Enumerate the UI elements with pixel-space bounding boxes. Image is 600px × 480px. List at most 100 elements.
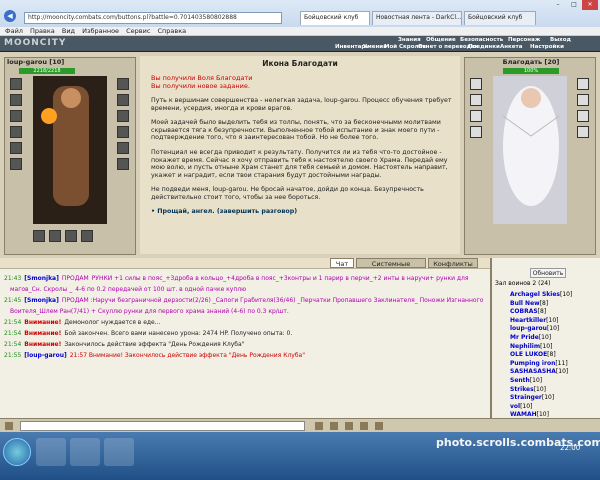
send-icon[interactable] <box>375 422 383 430</box>
online-user[interactable]: Strikes[10] <box>510 386 546 393</box>
taskbar-ie-icon[interactable] <box>36 438 66 466</box>
user-name[interactable]: Strainger <box>510 394 542 401</box>
equip-slot[interactable] <box>117 78 129 90</box>
online-user[interactable]: Strainger[10] <box>510 394 554 401</box>
clock: 22:00 <box>560 444 581 452</box>
online-user[interactable]: OLE LUKOE[8] <box>510 351 556 358</box>
equip-slot[interactable] <box>577 78 589 90</box>
equip-slot[interactable] <box>10 158 22 170</box>
chat-input[interactable] <box>20 421 305 431</box>
link-knowledge[interactable]: Знания <box>398 37 421 43</box>
chat-name[interactable]: [Smonjka] <box>24 275 59 282</box>
start-button[interactable] <box>3 438 31 466</box>
maximize-icon[interactable]: □ <box>566 0 582 10</box>
equip-slot[interactable] <box>470 110 482 122</box>
tab-1[interactable]: Бойцовский клуб <box>300 11 370 25</box>
settings-icon[interactable] <box>360 422 368 430</box>
user-name[interactable]: Pumping iron <box>510 360 555 367</box>
online-user[interactable]: Archagel Skies[10] <box>510 291 572 298</box>
equip-slot[interactable] <box>117 158 129 170</box>
user-name[interactable]: Strikes <box>510 386 534 393</box>
chat-name[interactable]: [Smonjka] <box>24 297 59 304</box>
equip-slot[interactable] <box>10 142 22 154</box>
online-user[interactable]: loup-garou[10] <box>510 325 559 332</box>
equip-slot[interactable] <box>117 142 129 154</box>
dialog-paragraph: Путь к вершинам совершенства - нелегкая … <box>151 97 452 112</box>
equip-slot[interactable] <box>81 230 93 242</box>
equip-slot[interactable] <box>10 126 22 138</box>
minimize-icon[interactable]: – <box>550 0 566 10</box>
link-exit[interactable]: Выход <box>550 37 571 43</box>
back-button[interactable]: ◀ <box>4 10 16 22</box>
user-name[interactable]: Archagel Skies <box>510 291 560 298</box>
equip-slot[interactable] <box>117 94 129 106</box>
user-name[interactable]: COBRAS <box>510 308 538 315</box>
menu-file[interactable]: Файл <box>5 27 23 35</box>
equip-slot[interactable] <box>117 126 129 138</box>
close-icon[interactable]: ✕ <box>582 0 598 10</box>
user-name[interactable]: vol <box>510 403 520 410</box>
equip-slot[interactable] <box>470 78 482 90</box>
online-user[interactable]: Heartkiller[10] <box>510 317 558 324</box>
tab-2[interactable]: Новостная лента - DarkCl... <box>372 11 462 25</box>
online-user[interactable]: Mr Pride[10] <box>510 334 551 341</box>
user-name[interactable]: Nephilim <box>510 343 540 350</box>
smile-icon[interactable] <box>315 422 323 430</box>
menu-help[interactable]: Справка <box>158 27 187 35</box>
equip-slot[interactable] <box>470 94 482 106</box>
user-name[interactable]: SASHASASHA <box>510 368 556 375</box>
equip-slot[interactable] <box>577 110 589 122</box>
chat-icon[interactable] <box>5 422 13 430</box>
online-user[interactable]: Pumping iron[11] <box>510 360 568 367</box>
link-character[interactable]: Персонаж <box>508 37 540 43</box>
online-user[interactable]: COBRAS[8] <box>510 308 546 315</box>
clear-icon[interactable] <box>345 422 353 430</box>
equip-slot[interactable] <box>33 230 45 242</box>
online-user[interactable]: SASHASASHA[10] <box>510 368 568 375</box>
menu-view[interactable]: Вид <box>62 27 75 35</box>
link-security[interactable]: Безопасность <box>460 37 503 43</box>
equip-slot[interactable] <box>117 110 129 122</box>
chat-name[interactable]: Внимание! <box>24 319 61 326</box>
equip-slot[interactable] <box>577 94 589 106</box>
link-communication[interactable]: Общение <box>426 37 456 43</box>
address-bar[interactable]: http://mooncity.combats.com/buttons.pl?b… <box>24 12 282 24</box>
equip-slot[interactable] <box>577 126 589 138</box>
tab-system[interactable]: Системные сообщения <box>356 258 426 278</box>
chat-name[interactable]: Внимание! <box>24 341 61 348</box>
user-name[interactable]: loup-garou <box>510 325 547 332</box>
link-profile[interactable]: Анкета <box>500 44 522 50</box>
online-user[interactable]: vol[10] <box>510 403 532 410</box>
menu-tools[interactable]: Сервис <box>126 27 150 35</box>
link-settings[interactable]: Настройки <box>530 44 564 50</box>
link-fights[interactable]: Поединки <box>468 44 500 50</box>
user-name[interactable]: Bull New <box>510 300 540 307</box>
farewell-link[interactable]: • Прощай, ангел. (завершить разговор) <box>151 208 460 215</box>
equip-slot[interactable] <box>10 110 22 122</box>
user-name[interactable]: Heartkiller <box>510 317 546 324</box>
tab-3[interactable]: Бойцовский клуб <box>464 11 536 25</box>
filter-icon[interactable] <box>330 422 338 430</box>
equip-slot[interactable] <box>10 94 22 106</box>
online-user[interactable]: Bull New[8] <box>510 300 548 307</box>
equip-slot[interactable] <box>49 230 61 242</box>
equip-slot[interactable] <box>65 230 77 242</box>
chat-name[interactable]: [loup-garou] <box>24 352 66 359</box>
online-user[interactable]: Senth[10] <box>510 377 542 384</box>
refresh-button[interactable]: Обновить <box>530 268 566 278</box>
user-name[interactable]: Mr Pride <box>510 334 539 341</box>
tab-conflicts[interactable]: Конфликты <box>428 258 478 268</box>
taskbar-folder-icon[interactable] <box>70 438 100 466</box>
equip-slot[interactable] <box>10 78 22 90</box>
equip-slot[interactable] <box>470 126 482 138</box>
chat-rest: 4-6 по 0.2 передачей от 100 шт. в одной … <box>75 286 247 293</box>
dialog-title: Икона Благодати <box>262 59 338 68</box>
menu-favorites[interactable]: Избранное <box>82 27 119 35</box>
chat-name[interactable]: Внимание! <box>24 330 61 337</box>
tab-chat[interactable]: Чат <box>330 258 354 268</box>
user-name[interactable]: Senth <box>510 377 530 384</box>
user-name[interactable]: OLE LUKOE <box>510 351 547 358</box>
taskbar-media-icon[interactable] <box>104 438 134 466</box>
online-user[interactable]: Nephilim[10] <box>510 343 552 350</box>
menu-edit[interactable]: Правка <box>30 27 55 35</box>
